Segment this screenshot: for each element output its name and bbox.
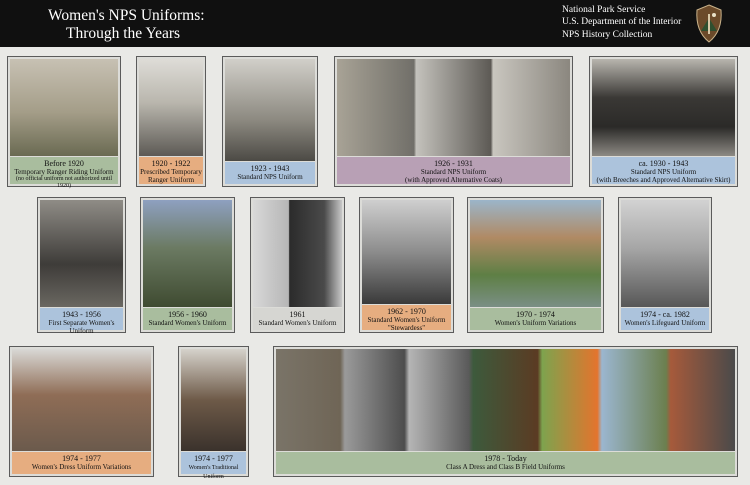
card-desc-2: Ranger Uniform <box>147 176 195 184</box>
uniform-photo <box>12 349 151 451</box>
uniform-photo <box>276 349 735 451</box>
card-note: (with Breeches and Approved Alternative … <box>596 176 731 184</box>
card-caption: 1926 - 1931 Standard NPS Uniform (with A… <box>337 157 570 184</box>
card-date: 1943 - 1956 <box>62 310 101 319</box>
card-note: (with Approved Alternative Coats) <box>404 176 502 184</box>
uniform-photo <box>253 200 342 307</box>
card-desc: Women's Lifeguard Uniform <box>624 319 706 327</box>
card-desc: Standard NPS Uniform <box>420 168 487 176</box>
card-date: 1920 - 1922 <box>151 159 191 168</box>
card-date: 1974 - 1977 <box>62 454 101 463</box>
card-desc: Women's Traditional Uniform <box>188 465 239 480</box>
card-1962-1970: 1962 - 1970 Standard Women's Uniform "St… <box>359 197 454 333</box>
uniform-photo <box>337 59 570 156</box>
card-before-1920: Before 1920 Temporary Ranger Riding Unif… <box>7 56 121 189</box>
card-caption: Before 1920 Temporary Ranger Riding Unif… <box>10 157 118 189</box>
card-caption: 1962 - 1970 Standard Women's Uniform "St… <box>362 305 451 332</box>
card-1974-ca-1982: 1974 - ca. 1982 Women's Lifeguard Unifor… <box>618 197 712 333</box>
uniform-photo <box>470 200 601 307</box>
uniform-photo <box>181 349 246 451</box>
card-desc: Standard Women's Uniform <box>148 319 227 327</box>
page-title: Women's NPS Uniforms: Through the Years <box>48 7 205 43</box>
card-1926-1931: 1926 - 1931 Standard NPS Uniform (with A… <box>334 56 573 187</box>
card-caption: 1970 - 1974 Women's Uniform Variations <box>470 308 601 330</box>
card-date: 1926 - 1931 <box>434 159 473 168</box>
card-desc: First Separate Women's Uniform <box>48 319 115 335</box>
card-1943-1956: 1943 - 1956 First Separate Women's Unifo… <box>37 197 126 335</box>
card-caption: 1943 - 1956 First Separate Women's Unifo… <box>40 308 123 335</box>
card-caption: 1956 - 1960 Standard Women's Uniform <box>143 308 232 330</box>
card-1956-1960: 1956 - 1960 Standard Women's Uniform <box>140 197 235 333</box>
card-1974-1977-dress: 1974 - 1977 Women's Dress Uniform Variat… <box>9 346 154 477</box>
card-caption: 1974 - 1977 Women's Traditional Uniform <box>181 452 246 480</box>
uniform-photo <box>592 59 735 156</box>
agency-line-1: National Park Service <box>562 5 646 15</box>
card-date: 1923 - 1943 <box>250 164 290 173</box>
collection-name: NPS History Collection <box>562 30 653 40</box>
card-date: 1978 - Today <box>484 454 527 463</box>
uniform-photo <box>40 200 123 307</box>
title-line-1: Women's NPS Uniforms: <box>48 7 205 24</box>
uniform-photo <box>362 200 451 304</box>
card-note: (no official uniform not authorized unti… <box>15 176 113 189</box>
nps-arrowhead-icon <box>696 4 722 43</box>
card-1961: 1961 Standard Women's Uniform <box>250 197 345 333</box>
card-desc-1: Prescribed Temporary <box>140 168 202 176</box>
title-line-2: Through the Years <box>66 25 181 42</box>
card-caption: 1920 - 1922 Prescribed Temporary Ranger … <box>139 157 203 184</box>
card-desc: Class A Dress and Class B Field Uniforms <box>446 463 565 471</box>
card-date: Before 1920 <box>44 159 84 168</box>
card-desc-1: Standard Women's Uniform <box>367 316 446 324</box>
card-ca-1930-1943: ca. 1930 - 1943 Standard NPS Uniform (wi… <box>589 56 738 187</box>
agency-line-2: U.S. Department of the Interior <box>562 17 682 27</box>
card-1923-1943: 1923 - 1943 Standard NPS Uniform <box>222 56 318 187</box>
card-desc: Standard NPS Uniform <box>630 168 697 176</box>
uniform-photo <box>143 200 232 307</box>
card-date: 1974 - 1977 <box>194 454 233 463</box>
card-desc-2: "Stewardess" <box>387 324 426 332</box>
agency-name: National Park Service U.S. Department of… <box>562 4 681 28</box>
card-desc: Women's Uniform Variations <box>494 319 577 327</box>
card-1978-today: 1978 - Today Class A Dress and Class B F… <box>273 346 738 477</box>
card-1970-1974: 1970 - 1974 Women's Uniform Variations <box>467 197 604 333</box>
uniform-photo <box>10 59 118 156</box>
card-date: 1956 - 1960 <box>168 310 207 319</box>
card-caption: 1923 - 1943 Standard NPS Uniform <box>225 162 315 184</box>
card-date: 1974 - ca. 1982 <box>640 310 690 319</box>
card-caption: 1974 - ca. 1982 Women's Lifeguard Unifor… <box>621 308 709 330</box>
card-caption: ca. 1930 - 1943 Standard NPS Uniform (wi… <box>592 157 735 184</box>
header-banner: Women's NPS Uniforms: Through the Years … <box>0 0 750 47</box>
uniform-photo <box>225 59 315 161</box>
card-date: ca. 1930 - 1943 <box>638 159 689 168</box>
card-desc: Standard NPS Uniform <box>237 173 303 181</box>
card-desc: Standard Women's Uniform <box>258 319 337 327</box>
uniform-photo <box>621 200 709 307</box>
card-desc: Temporary Ranger Riding Uniform <box>14 168 114 176</box>
card-caption: 1978 - Today Class A Dress and Class B F… <box>276 452 735 474</box>
card-date: 1962 - 1970 <box>387 307 426 316</box>
card-caption: 1961 Standard Women's Uniform <box>253 308 342 330</box>
card-desc: Women's Dress Uniform Variations <box>31 463 132 471</box>
card-date: 1970 - 1974 <box>516 310 555 319</box>
uniform-photo <box>139 59 203 156</box>
card-1920-1922: 1920 - 1922 Prescribed Temporary Ranger … <box>136 56 206 187</box>
card-caption: 1974 - 1977 Women's Dress Uniform Variat… <box>12 452 151 474</box>
card-date: 1961 <box>289 310 306 319</box>
card-1974-1977-traditional: 1974 - 1977 Women's Traditional Uniform <box>178 346 249 480</box>
